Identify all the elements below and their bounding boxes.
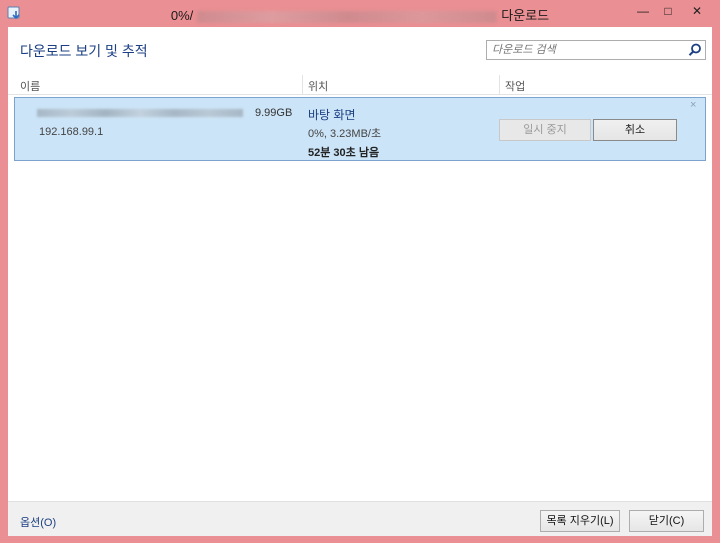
download-list: 9.99GB 192.168.99.1 바탕 화면 0%, 3.23MB/초 5… (14, 97, 706, 481)
cancel-button[interactable]: 취소 (593, 119, 677, 141)
download-location-link[interactable]: 바탕 화면 (308, 106, 356, 123)
title-progress: 0%/ (170, 8, 194, 23)
title-label: 다운로드 (501, 8, 550, 23)
client-area: 다운로드 보기 및 추적 이름 위치 작업 9.99GB 192.168.99.… (8, 27, 712, 536)
download-manager-window: 0%/ 다운로드 — □ ✕ 다운로드 보기 및 추적 이름 위치 작업 (0, 0, 720, 543)
column-name-header[interactable]: 이름 (20, 78, 40, 94)
maximize-button[interactable]: □ (655, 2, 681, 20)
search-input[interactable] (487, 41, 677, 59)
close-button[interactable]: 닫기(C) (629, 510, 704, 532)
time-remaining: 52분 30초 남음 (308, 147, 380, 159)
column-location-header[interactable]: 위치 (308, 78, 328, 94)
download-source: 192.168.99.1 (39, 126, 104, 138)
remove-item-icon[interactable]: × (690, 99, 696, 111)
minimize-button[interactable]: — (630, 2, 656, 20)
footer: 옵션(O) 목록 지우기(L) 닫기(C) (8, 501, 712, 536)
clear-list-button[interactable]: 목록 지우기(L) (540, 510, 620, 532)
options-link[interactable]: 옵션(O) (20, 514, 56, 530)
window-title: 0%/ 다운로드 (0, 5, 720, 24)
close-window-button[interactable]: ✕ (680, 2, 714, 20)
download-progress: 0%, 3.23MB/초 (308, 128, 382, 140)
column-divider[interactable] (499, 75, 500, 94)
download-item[interactable]: 9.99GB 192.168.99.1 바탕 화면 0%, 3.23MB/초 5… (14, 97, 706, 161)
search-icon[interactable] (687, 42, 703, 58)
title-bar[interactable]: 0%/ 다운로드 — □ ✕ (0, 0, 720, 26)
search-box[interactable] (486, 40, 706, 60)
file-size: 9.99GB (255, 107, 293, 119)
pause-button[interactable]: 일시 중지 (499, 119, 591, 141)
page-title: 다운로드 보기 및 추적 (20, 43, 148, 59)
column-action-header[interactable]: 작업 (505, 78, 525, 94)
title-filename-redacted (197, 10, 498, 23)
column-headers: 이름 위치 작업 (8, 75, 712, 95)
column-divider[interactable] (302, 75, 303, 94)
file-name-redacted (37, 109, 243, 117)
